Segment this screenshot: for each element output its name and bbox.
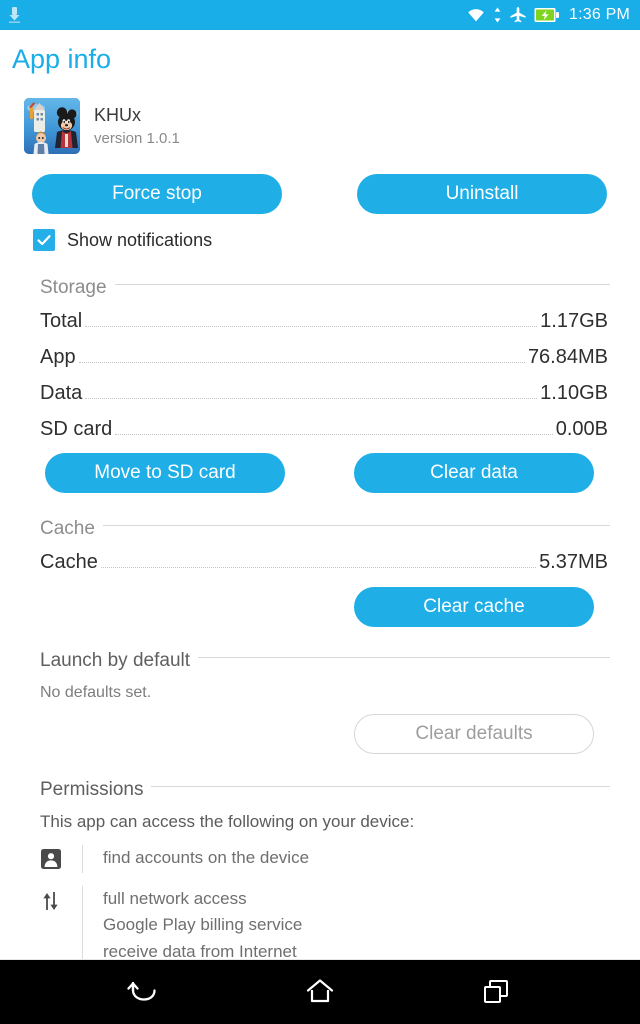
section-divider: [151, 785, 610, 787]
storage-section-title: Storage: [40, 277, 107, 298]
storage-row-value: 1.10GB: [540, 382, 608, 404]
home-icon[interactable]: [292, 964, 348, 1020]
permission-group: find accounts on the device: [40, 845, 620, 873]
permission-divider: [82, 845, 83, 873]
storage-row-data: Data 1.10GB: [40, 382, 608, 405]
download-icon: [8, 6, 21, 24]
permissions-section-header: Permissions: [40, 779, 610, 801]
launch-by-default-section-header: Launch by default: [40, 650, 610, 672]
permissions-intro: This app can access the following on you…: [40, 812, 415, 831]
cache-section-title: Cache: [40, 518, 95, 539]
show-notifications-checkbox[interactable]: [33, 229, 55, 251]
permission-line: full network access: [103, 889, 247, 908]
move-to-sd-card-button[interactable]: Move to SD card: [45, 453, 285, 493]
airplane-mode-icon: [509, 6, 527, 24]
storage-row-value: 1.17GB: [540, 310, 608, 332]
no-defaults-note: No defaults set.: [40, 684, 152, 701]
khux-app-icon: [24, 98, 80, 154]
cache-row-value: 5.37MB: [539, 551, 608, 573]
leader-dots: [100, 567, 537, 568]
app-meta: KHUx version 1.0.1: [94, 98, 180, 147]
show-notifications-row[interactable]: Show notifications: [33, 229, 212, 251]
cache-row: Cache 5.37MB: [40, 551, 608, 574]
battery-charging-icon: [534, 7, 560, 23]
section-divider: [102, 524, 610, 526]
account-person-icon: [40, 845, 82, 870]
leader-dots: [115, 434, 553, 435]
status-bar-clock: 1:36 PM: [569, 6, 630, 23]
storage-row-app: App 76.84MB: [40, 346, 608, 369]
app-header: KHUx version 1.0.1: [24, 98, 180, 154]
launch-by-default-title: Launch by default: [40, 650, 191, 671]
section-divider: [198, 656, 610, 658]
permission-line: Google Play billing service: [103, 915, 303, 935]
cache-section-header: Cache: [40, 518, 610, 540]
leader-dots: [85, 398, 538, 399]
system-navigation-bar: [0, 960, 640, 1024]
storage-row-label: Data: [40, 382, 83, 404]
permission-divider: [82, 886, 83, 966]
leader-dots: [78, 362, 525, 363]
permission-group: full network access Google Play billing …: [40, 886, 620, 966]
data-transfer-icon: [493, 7, 502, 23]
storage-row-total: Total 1.17GB: [40, 310, 608, 333]
force-stop-button[interactable]: Force stop: [32, 174, 282, 214]
clear-data-button[interactable]: Clear data: [354, 453, 594, 493]
recents-icon[interactable]: [468, 964, 524, 1020]
storage-row-label: Total: [40, 310, 83, 332]
storage-row-value: 0.00B: [555, 418, 608, 440]
checkmark-icon: [37, 235, 51, 246]
back-icon[interactable]: [116, 964, 172, 1020]
storage-row-label: App: [40, 346, 76, 368]
app-info-screen: 1:36 PM App info KHUx version 1.0.1 Forc…: [0, 0, 640, 1024]
uninstall-button[interactable]: Uninstall: [357, 174, 607, 214]
storage-row-value: 76.84MB: [527, 346, 608, 368]
network-transfer-icon: [40, 886, 82, 913]
app-version: version 1.0.1: [94, 129, 180, 147]
permission-text-group: find accounts on the device: [103, 845, 620, 871]
storage-row-sd-card: SD card 0.00B: [40, 418, 608, 441]
clear-cache-button[interactable]: Clear cache: [354, 587, 594, 627]
cache-row-label: Cache: [40, 551, 98, 573]
app-name: KHUx: [94, 105, 142, 125]
clear-defaults-button[interactable]: Clear defaults: [354, 714, 594, 754]
page-title: App info: [12, 44, 112, 74]
storage-section-header: Storage: [40, 277, 610, 299]
show-notifications-label: Show notifications: [67, 229, 213, 250]
status-bar-left-icons: [8, 6, 21, 24]
status-bar: 1:36 PM: [0, 0, 640, 30]
leader-dots: [85, 326, 538, 327]
permission-line: find accounts on the device: [103, 848, 310, 867]
section-divider: [114, 283, 610, 285]
permission-text-group: full network access Google Play billing …: [103, 886, 620, 965]
status-bar-right-icons: 1:36 PM: [466, 6, 630, 24]
permissions-section-title: Permissions: [40, 779, 144, 800]
storage-row-label: SD card: [40, 418, 113, 440]
wifi-icon: [466, 7, 486, 23]
